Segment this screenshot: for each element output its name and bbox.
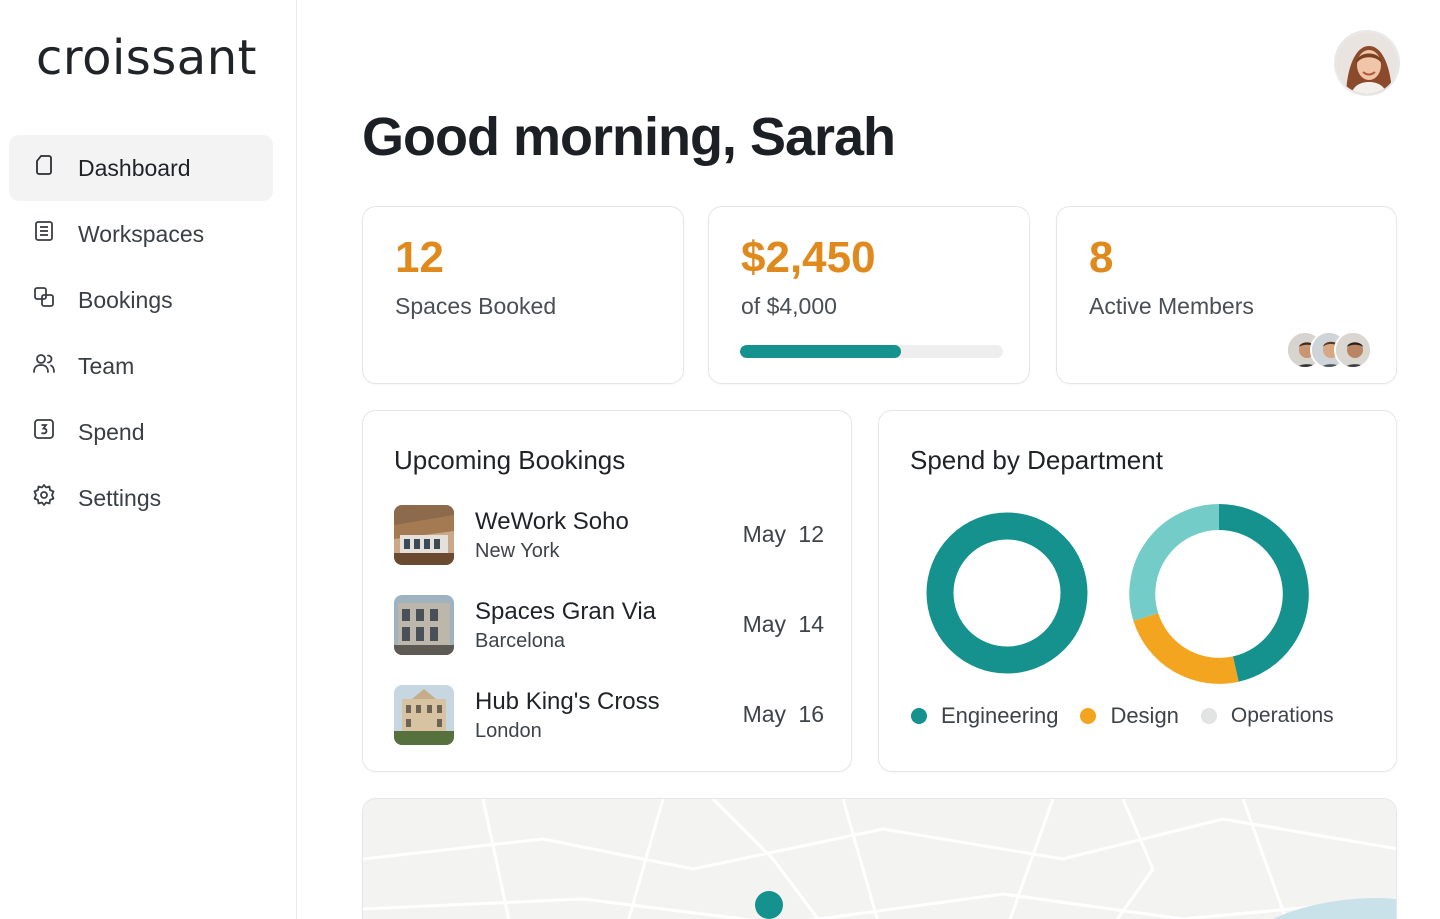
document-icon [32, 219, 56, 249]
sidebar-item-team[interactable]: Team [9, 333, 273, 399]
map-canvas[interactable] [363, 799, 1397, 919]
engineering-segment [1218, 504, 1309, 682]
sidebar-item-label: Team [78, 352, 135, 379]
dashboard-icon [32, 153, 56, 183]
operations-segment [1129, 504, 1220, 621]
copy-icon [32, 285, 56, 315]
booking-name: Spaces Gran Via [475, 598, 656, 625]
spaces-booked-value: 12 [395, 233, 444, 282]
legend-label: Design [1110, 703, 1179, 728]
booking-item[interactable]: WeWork Soho New York May 12 [394, 505, 824, 567]
app-root: croissant Dashboard Workspaces Bookings … [0, 0, 1440, 919]
booking-thumbnail [394, 595, 454, 655]
department-split-donut [1129, 504, 1309, 684]
sidebar-nav: Dashboard Workspaces Bookings Team Spend… [9, 135, 273, 531]
location-pin-icon[interactable] [755, 891, 783, 919]
legend-item-design[interactable]: Design [1080, 703, 1179, 729]
sidebar-item-dashboard[interactable]: Dashboard [9, 135, 273, 201]
booking-date: May 12 [742, 521, 824, 547]
number-icon [32, 417, 56, 447]
booking-city: London [475, 720, 542, 742]
design-segment [1133, 612, 1239, 684]
bookings-map[interactable] [362, 798, 1397, 919]
legend-item-operations[interactable]: Operations [1200, 704, 1334, 728]
spend-progress-bar [740, 345, 1003, 358]
member-avatar [1334, 331, 1372, 369]
upcoming-bookings-card: Upcoming Bookings WeWork Soho New York M… [362, 410, 852, 772]
booking-item[interactable]: Hub King's Cross London May 16 [394, 685, 824, 747]
booking-thumbnail [394, 505, 454, 565]
spend-by-department-card: Spend by Department Engineering Design O… [878, 410, 1397, 772]
legend-item-engineering[interactable]: Engineering [911, 703, 1058, 729]
booking-city: Barcelona [475, 630, 566, 652]
booking-date: May 14 [742, 611, 824, 637]
active-members-label: Active Members [1089, 293, 1254, 319]
legend-label: Engineering [941, 703, 1059, 728]
spend-budget-label: of $4,000 [741, 293, 837, 319]
spaces-booked-label: Spaces Booked [395, 293, 557, 319]
sidebar-item-bookings[interactable]: Bookings [9, 267, 273, 333]
booking-thumbnail [394, 685, 454, 745]
sidebar-item-label: Dashboard [78, 154, 191, 181]
brand-logo[interactable]: croissant [36, 30, 257, 86]
legend-label: Operations [1230, 704, 1334, 727]
stat-card-spaces[interactable]: 12 Spaces Booked [362, 206, 684, 384]
booking-name: Hub King's Cross [475, 688, 660, 715]
sidebar-item-label: Settings [78, 484, 162, 511]
stat-card-members[interactable]: 8 Active Members [1056, 206, 1397, 384]
stat-card-spend[interactable]: $2,450 of $4,000 [708, 206, 1030, 384]
design-dot [1080, 708, 1097, 724]
booking-date: May 16 [742, 701, 824, 727]
users-icon [32, 351, 56, 381]
spend-value: $2,450 [741, 233, 876, 282]
sidebar-item-label: Bookings [78, 286, 173, 313]
member-avatar-stack[interactable] [1286, 331, 1372, 369]
upcoming-bookings-title: Upcoming Bookings [394, 445, 626, 475]
spend-progress-fill [740, 345, 902, 358]
engineering-donut [926, 512, 1088, 674]
booking-name: WeWork Soho [475, 508, 629, 535]
gear-icon [32, 483, 56, 513]
sidebar-item-settings[interactable]: Settings [9, 465, 273, 531]
active-members-value: 8 [1089, 233, 1114, 282]
user-avatar[interactable] [1334, 30, 1400, 96]
sidebar-item-label: Workspaces [78, 220, 205, 247]
sidebar-item-spend[interactable]: Spend [9, 399, 273, 465]
sidebar-item-workspaces[interactable]: Workspaces [9, 201, 273, 267]
operations-dot [1200, 708, 1217, 724]
sidebar: croissant Dashboard Workspaces Bookings … [0, 0, 297, 919]
sidebar-item-label: Spend [78, 418, 145, 445]
engineering-dot [911, 708, 927, 724]
page-title: Good morning, Sarah [362, 107, 896, 167]
spend-legend: Engineering Design Operations [911, 703, 1334, 729]
booking-city: New York [475, 540, 560, 562]
booking-item[interactable]: Spaces Gran Via Barcelona May 14 [394, 595, 824, 657]
